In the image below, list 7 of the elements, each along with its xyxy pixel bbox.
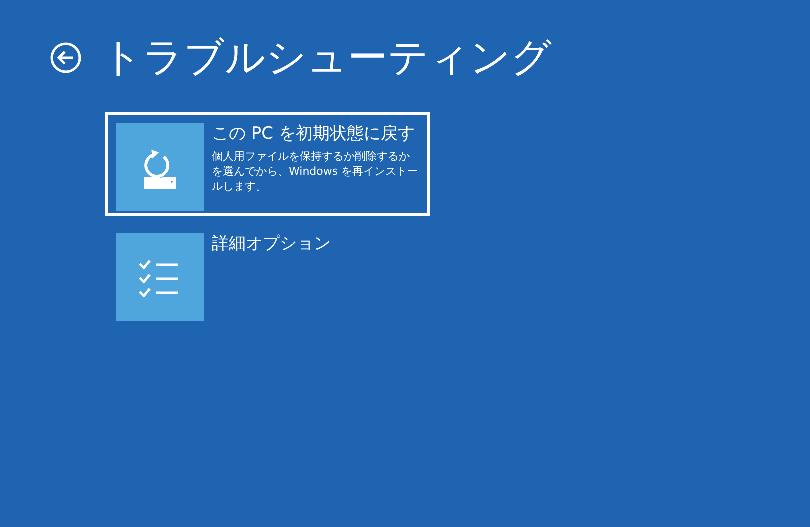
option-card[interactable]: 詳細オプション: [105, 222, 430, 326]
option-card[interactable]: この PC を初期状態に戻す 個人用ファイルを保持するか削除するかを選んでから、Windows を再インストールします。: [105, 112, 430, 216]
option-description: 個人用ファイルを保持するか削除するかを選んでから、Windows を再インストールします。: [212, 149, 419, 194]
option-title: この PC を初期状態に戻す: [212, 123, 416, 145]
option-title: 詳細オプション: [212, 233, 332, 255]
page-title: トラブルシューティング: [102, 34, 552, 83]
back-button[interactable]: [50, 42, 82, 74]
